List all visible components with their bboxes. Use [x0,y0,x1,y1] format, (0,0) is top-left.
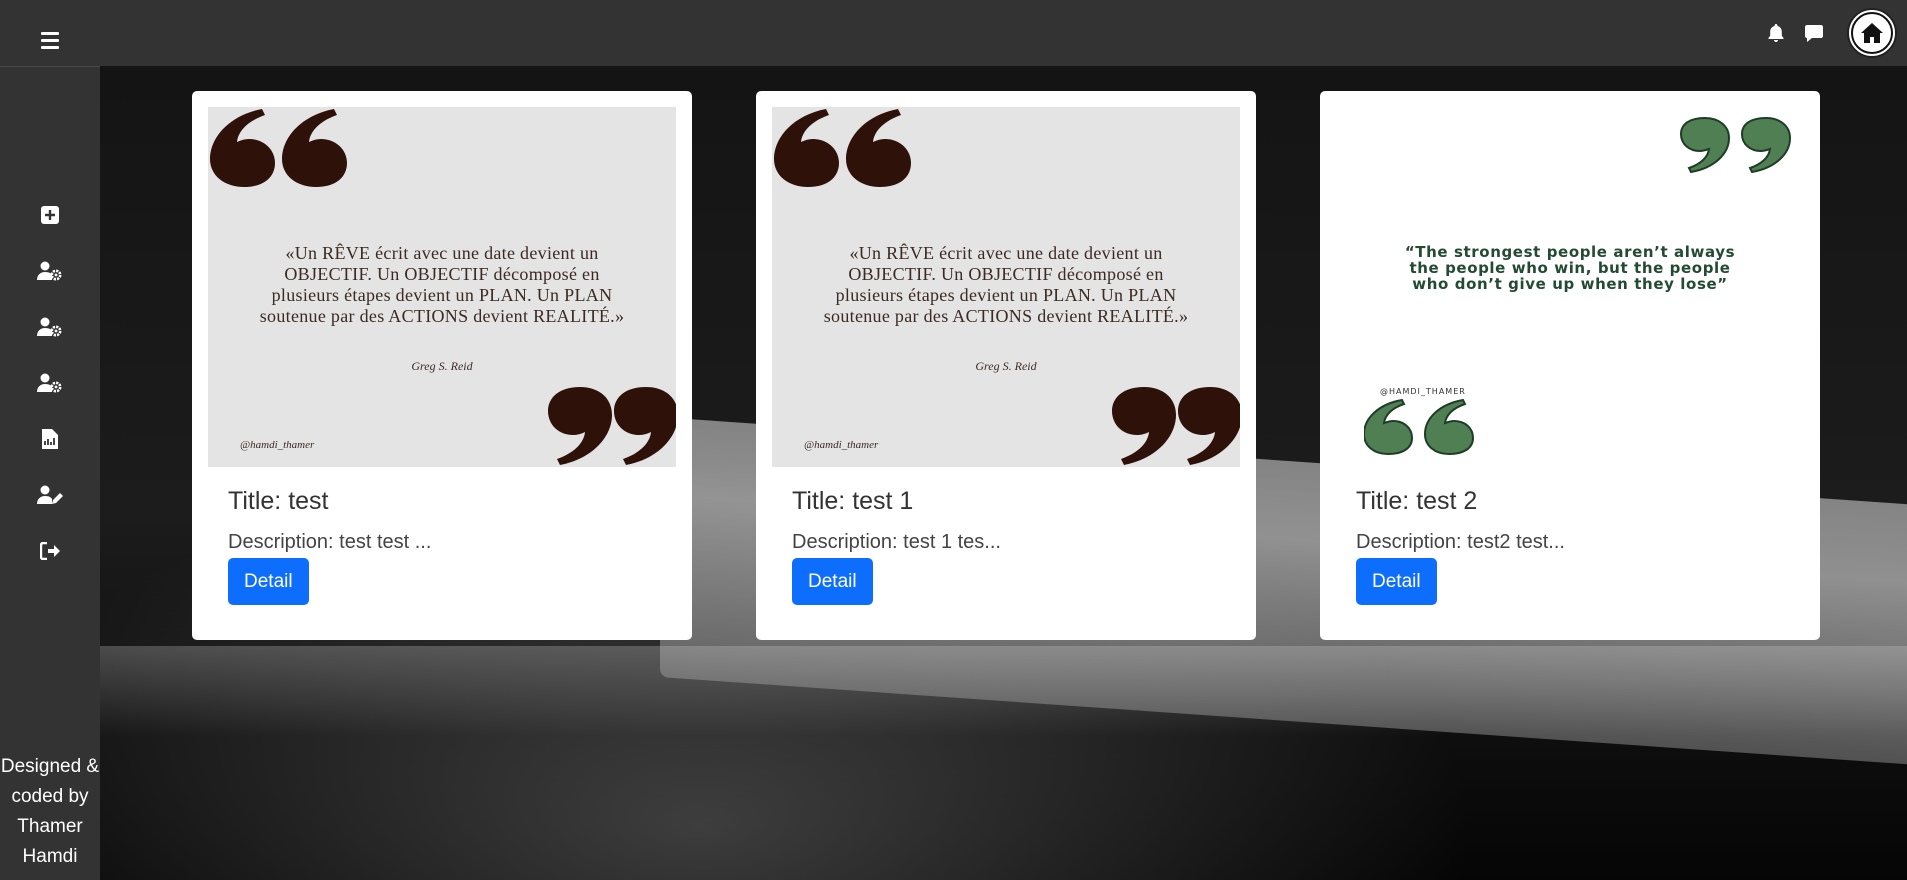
home-button[interactable] [1847,8,1897,58]
close-quote-icon [1680,117,1792,173]
message-icon[interactable] [1803,22,1825,44]
detail-button[interactable]: Detail [1356,558,1437,605]
user-cog-icon [37,317,62,337]
card-title: Title: test 1 [792,487,914,515]
card-description: Description: test test ... [228,531,432,553]
quote-author: Greg S. Reid [411,359,473,373]
sidebar-menu [0,187,100,579]
user-cog-icon [37,261,62,281]
card-title: Title: test 2 [1356,487,1478,515]
footer-credit: Designed & coded by Thamer Hamdi [0,756,100,867]
sidebar: Designed & coded by Thamer Hamdi [0,66,100,880]
file-chart-icon [42,429,58,449]
sidebar-item-logout[interactable] [0,523,100,579]
card-description: Description: test 1 tes... [792,531,1001,553]
top-navbar [0,0,1907,66]
card-title: Title: test [228,487,329,515]
card-image: “The strongest people aren’t always the … [1336,107,1804,467]
open-quote-icon [774,109,911,187]
quote-author: Greg S. Reid [975,359,1037,373]
post-card: «Un RÊVE écrit avec une date devient un … [192,91,692,640]
sidebar-item-add[interactable] [0,187,100,243]
detail-button[interactable]: Detail [228,558,309,605]
close-quote-icon [1112,387,1240,465]
top-icons [1765,6,1897,60]
sidebar-item-user-edit[interactable] [0,467,100,523]
post-card: «Un RÊVE écrit avec une date devient un … [756,91,1256,640]
plus-square-icon [41,206,59,224]
quote-handle: @hamdi_thamer [240,439,315,451]
quote-text: «Un RÊVE écrit avec une date devient un … [823,243,1189,326]
home-icon [1851,12,1893,54]
quote-handle: @hamdi_thamer [804,439,879,451]
open-quote-icon [210,109,347,187]
sidebar-item-user-settings-2[interactable] [0,299,100,355]
open-quote-icon [1364,399,1475,455]
sidebar-item-user-settings-3[interactable] [0,355,100,411]
close-quote-icon [548,387,676,465]
background-desk-edge [100,646,1907,736]
bell-icon[interactable] [1765,22,1787,44]
sidebar-item-report[interactable] [0,411,100,467]
sign-out-icon [40,542,60,560]
hamburger-icon[interactable] [34,30,66,54]
user-edit-icon [37,485,63,504]
quote-text: “The strongest people aren’t always the … [1404,243,1736,293]
card-grid: «Un RÊVE écrit avec une date devient un … [192,91,1820,640]
card-image: «Un RÊVE écrit avec une date devient un … [208,107,676,467]
card-description: Description: test2 test... [1356,531,1565,553]
user-cog-icon [37,373,62,393]
sidebar-item-user-settings-1[interactable] [0,243,100,299]
detail-button[interactable]: Detail [792,558,873,605]
quote-text: «Un RÊVE écrit avec une date devient un … [259,243,625,326]
card-image: «Un RÊVE écrit avec une date devient un … [772,107,1240,467]
quote-handle: @HAMDI_THAMER [1380,387,1466,396]
post-card: “The strongest people aren’t always the … [1320,91,1820,640]
